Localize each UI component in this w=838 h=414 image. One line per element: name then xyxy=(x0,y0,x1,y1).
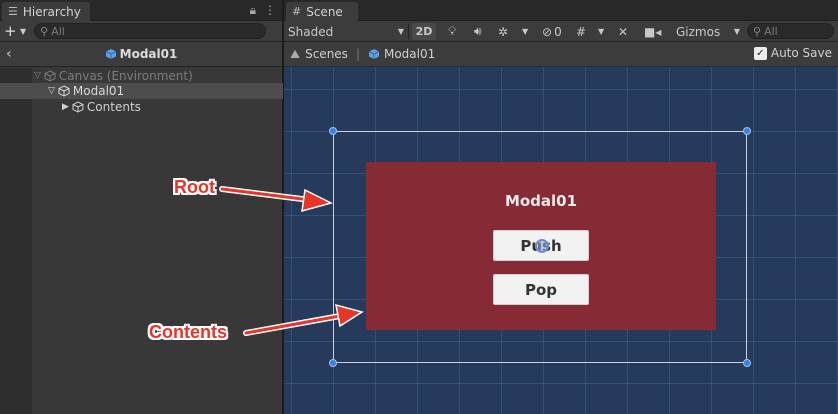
list-icon: ☰ xyxy=(8,5,18,18)
grid-snap-icon[interactable]: # xyxy=(576,23,590,40)
search-placeholder: All xyxy=(764,24,778,38)
rect-handle-top-right[interactable] xyxy=(743,127,751,135)
gameobject-cube-icon xyxy=(58,85,70,97)
rect-handle-top-left[interactable] xyxy=(329,127,337,135)
lock-icon[interactable]: 🔒︎ xyxy=(250,3,256,18)
chevron-down-icon[interactable]: ▼ xyxy=(598,23,610,40)
scene-search-input[interactable]: ⚲ All xyxy=(747,23,834,39)
grid-icon: # xyxy=(292,5,302,18)
breadcrumb-scenes[interactable]: Scenes xyxy=(305,47,348,61)
gameobject-cube-icon xyxy=(72,101,84,113)
chevron-down-icon[interactable]: ▼ xyxy=(20,27,26,36)
scenes-icon: ⛰︎ xyxy=(290,46,301,61)
camera-icon[interactable]: ■◂ xyxy=(644,23,661,40)
prefab-cube-icon xyxy=(368,49,380,59)
chevron-down-icon[interactable]: ▼ xyxy=(522,23,534,40)
chevron-down-icon: ▼ xyxy=(733,27,740,36)
prefab-title: Modal01 xyxy=(119,47,178,61)
tab-scene[interactable]: # Scene xyxy=(286,2,358,21)
tree-item-contents[interactable]: ▶ Contents xyxy=(0,99,283,115)
tools-icon[interactable]: ✕ xyxy=(618,23,632,40)
gameobject-cube-icon xyxy=(44,70,56,82)
hierarchy-gutter xyxy=(0,68,32,414)
gizmos-label: Gizmos xyxy=(676,24,721,39)
tree-item-label: Contents xyxy=(86,100,141,114)
search-icon: ⚲ xyxy=(753,24,762,38)
pivot-handle-icon[interactable] xyxy=(535,239,549,253)
hierarchy-panel: ☰ Hierarchy 🔒︎ ⋮ + ▼ ⚲ All ‹ Modal01 ▽ C… xyxy=(0,0,283,414)
annotation-contents-label: Contents xyxy=(149,322,227,342)
rect-handle-bottom-left[interactable] xyxy=(329,359,337,367)
hierarchy-toolbar: + ▼ ⚲ All xyxy=(0,21,282,42)
breadcrumb-separator: | xyxy=(355,47,360,61)
hierarchy-tabbar: ☰ Hierarchy 🔒︎ ⋮ xyxy=(0,0,282,21)
more-options-icon[interactable]: ⋮ xyxy=(264,3,276,18)
tab-hierarchy[interactable]: ☰ Hierarchy xyxy=(2,2,90,21)
shading-mode-dropdown[interactable]: Shaded ▼ xyxy=(288,23,406,40)
tree-item-canvas[interactable]: ▽ Canvas (Environment) xyxy=(0,68,283,84)
toggle-2d-button[interactable]: 2D xyxy=(412,23,436,40)
chevron-down-icon: ▼ xyxy=(397,27,404,36)
expand-arrow-icon[interactable]: ▽ xyxy=(48,86,55,96)
gizmos-dropdown[interactable]: Gizmos ▼ xyxy=(676,23,742,40)
collapse-arrow-icon[interactable]: ▶ xyxy=(62,102,69,112)
prefab-cube-icon xyxy=(105,49,116,59)
tree-item-label: Canvas (Environment) xyxy=(58,69,193,83)
scene-toolbar: Shaded ▼ 2D 💡︎ 🔊︎ ✲ ▼ ⊘ 0 # ▼ ✕ ■◂ Gizmo… xyxy=(284,21,838,42)
back-arrow-icon[interactable]: ‹ xyxy=(6,46,12,62)
effects-icon[interactable]: ✲ xyxy=(498,23,512,40)
lighting-icon[interactable]: 💡︎ xyxy=(448,23,462,40)
eye-slash-icon: ⊘ xyxy=(542,24,553,39)
modal-title: Modal01 xyxy=(504,192,578,210)
tree-item-label: Modal01 xyxy=(72,84,125,98)
scene-breadcrumb: ⛰︎ Scenes | Modal01 ✓ Auto Save xyxy=(284,42,838,67)
hierarchy-search-input[interactable]: ⚲ All xyxy=(34,23,267,39)
hidden-objects-toggle[interactable]: ⊘ 0 xyxy=(542,23,570,40)
tab-label: Scene xyxy=(306,4,343,19)
prefab-breadcrumb: ‹ Modal01 xyxy=(0,42,282,67)
checkbox-checked-icon[interactable]: ✓ xyxy=(753,46,767,60)
scene-tabbar: # Scene xyxy=(284,0,838,21)
tab-label: Hierarchy xyxy=(22,4,81,19)
annotation-root-label: Root xyxy=(174,177,215,197)
rect-handle-bottom-right[interactable] xyxy=(743,359,751,367)
search-icon: ⚲ xyxy=(40,24,49,38)
scene-panel: # Scene Shaded ▼ 2D 💡︎ 🔊︎ ✲ ▼ ⊘ 0 # ▼ ✕ … xyxy=(284,0,838,414)
toolbar-divider xyxy=(408,24,409,39)
shading-mode-value: Shaded xyxy=(288,24,334,39)
auto-save-toggle[interactable]: ✓ Auto Save xyxy=(753,46,832,60)
breadcrumb-prefab[interactable]: Modal01 xyxy=(384,47,435,61)
hierarchy-tab-controls: 🔒︎ ⋮ xyxy=(250,3,276,18)
scene-viewport[interactable]: Modal01 Push Pop xyxy=(284,67,838,414)
audio-icon[interactable]: 🔊︎ xyxy=(474,23,488,40)
pop-button[interactable]: Pop xyxy=(493,274,589,305)
tree-item-modal01[interactable]: ▽ Modal01 xyxy=(0,83,283,99)
search-placeholder: All xyxy=(51,24,65,38)
add-button[interactable]: + xyxy=(4,22,18,40)
hidden-count: 0 xyxy=(554,24,562,39)
auto-save-label: Auto Save xyxy=(770,46,832,60)
expand-arrow-icon[interactable]: ▽ xyxy=(34,71,41,81)
